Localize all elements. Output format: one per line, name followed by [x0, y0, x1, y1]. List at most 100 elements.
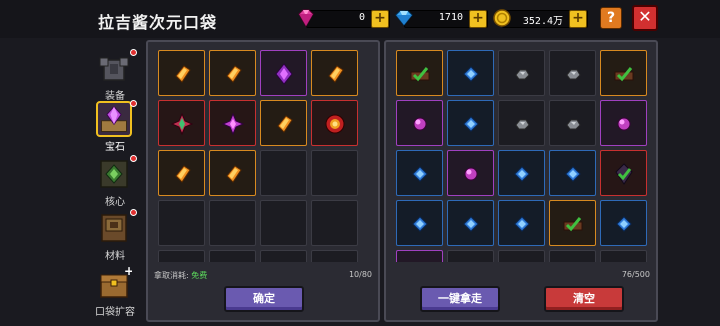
green-check-core-icon: [410, 67, 430, 82]
blue-gem-icon: [514, 216, 530, 232]
coins-value: 352.4万: [522, 16, 563, 27]
dark-check-core-icon: [615, 163, 633, 185]
item-slot[interactable]: [447, 200, 494, 246]
item-slot[interactable]: [549, 150, 596, 196]
sidebar-item-core[interactable]: 核心: [90, 155, 140, 212]
empty-slot[interactable]: [260, 250, 307, 262]
item-slot[interactable]: [600, 50, 647, 96]
pink-orb-icon: [617, 117, 631, 131]
armor-icon: [99, 57, 129, 81]
grey-stone-icon: [515, 119, 530, 130]
item-slot[interactable]: [447, 100, 494, 146]
empty-slot[interactable]: [447, 250, 494, 262]
add-coins-button[interactable]: +: [569, 10, 587, 28]
item-slot[interactable]: [209, 150, 256, 196]
inventory-count: 76/500: [621, 270, 650, 279]
item-slot[interactable]: [600, 100, 647, 146]
inventory-panel: 76/500 一键拿走 清空: [384, 40, 658, 322]
grey-stone-icon: [515, 69, 530, 80]
blue-gem-icon: [463, 216, 479, 232]
grey-stone-icon: [566, 119, 581, 130]
grey-stone-icon: [566, 69, 581, 80]
pocket-grid: [158, 50, 358, 262]
empty-slot[interactable]: [158, 250, 205, 262]
empty-slot[interactable]: [549, 250, 596, 262]
item-slot[interactable]: [498, 150, 545, 196]
notification-dot: [130, 155, 137, 162]
notification-dot: [130, 49, 137, 56]
sidebar-item-label: 材料: [105, 251, 125, 262]
gold-coin-icon: [493, 9, 511, 27]
fire-gem-icon: [325, 114, 345, 134]
orange-crystal-icon: [328, 65, 344, 83]
item-slot[interactable]: [158, 50, 205, 96]
item-slot[interactable]: [260, 100, 307, 146]
blue-gem-icon: [463, 66, 479, 82]
add-gems-button[interactable]: +: [371, 10, 389, 28]
empty-slot[interactable]: [260, 150, 307, 196]
item-slot[interactable]: [549, 50, 596, 96]
help-button[interactable]: ?: [600, 7, 622, 29]
item-slot[interactable]: [396, 50, 443, 96]
empty-slot[interactable]: [498, 250, 545, 262]
add-diamonds-button[interactable]: +: [469, 10, 487, 28]
empty-slot[interactable]: [209, 250, 256, 262]
notification-dot: [130, 209, 137, 216]
empty-slot[interactable]: [311, 150, 358, 196]
pink-star-gem-icon: [221, 112, 245, 136]
green-star-gem-icon: [170, 112, 194, 136]
empty-slot[interactable]: [396, 250, 443, 262]
sidebar-item-gems[interactable]: 宝石: [90, 100, 140, 157]
empty-slot[interactable]: [209, 200, 256, 246]
pocket-count: 10/80: [348, 270, 372, 279]
item-slot[interactable]: [498, 100, 545, 146]
empty-slot[interactable]: [158, 200, 205, 246]
sidebar-item-pocket-expand[interactable]: + 口袋扩容: [90, 266, 140, 322]
item-slot[interactable]: [311, 100, 358, 146]
orange-crystal-icon: [226, 65, 242, 83]
blue-gem-icon: [616, 216, 632, 232]
close-button[interactable]: ✕: [632, 5, 658, 31]
item-slot[interactable]: [260, 50, 307, 96]
pocket-panel: 拿取消耗: 免费 10/80 确定: [146, 40, 380, 322]
item-slot[interactable]: [600, 200, 647, 246]
green-check-core-icon: [563, 217, 583, 232]
take-cost-label: 拿取消耗:: [154, 271, 189, 280]
item-slot[interactable]: [158, 150, 205, 196]
empty-slot[interactable]: [260, 200, 307, 246]
item-slot[interactable]: [447, 150, 494, 196]
svg-text:+: +: [124, 266, 132, 278]
take-all-button[interactable]: 一键拿走: [420, 286, 500, 312]
item-slot[interactable]: [549, 200, 596, 246]
sidebar-item-equipment[interactable]: 装备: [90, 49, 140, 106]
pink-orb-icon: [464, 167, 478, 181]
pink-orb-icon: [413, 117, 427, 131]
item-slot[interactable]: [447, 50, 494, 96]
item-slot[interactable]: [396, 150, 443, 196]
item-slot[interactable]: [549, 100, 596, 146]
clear-button[interactable]: 清空: [544, 286, 624, 312]
item-slot[interactable]: [209, 100, 256, 146]
item-slot[interactable]: [600, 150, 647, 196]
empty-slot[interactable]: [311, 250, 358, 262]
item-slot[interactable]: [311, 50, 358, 96]
blue-gem-icon: [514, 166, 530, 182]
diamonds-counter: 1710 +: [395, 10, 488, 28]
coins-counter: 352.4万 +: [493, 9, 588, 28]
item-slot[interactable]: [498, 50, 545, 96]
blue-gem-icon: [565, 166, 581, 182]
take-cost: 拿取消耗: 免费: [154, 270, 207, 281]
item-slot[interactable]: [396, 100, 443, 146]
inventory-grid: [396, 50, 647, 262]
empty-slot[interactable]: [600, 250, 647, 262]
gem-icon: [96, 101, 132, 137]
materials-icon: [101, 214, 127, 242]
core-icon: [100, 160, 128, 188]
item-slot[interactable]: [209, 50, 256, 96]
sidebar-item-materials[interactable]: 材料: [90, 209, 140, 266]
item-slot[interactable]: [498, 200, 545, 246]
empty-slot[interactable]: [311, 200, 358, 246]
item-slot[interactable]: [158, 100, 205, 146]
item-slot[interactable]: [396, 200, 443, 246]
confirm-button[interactable]: 确定: [224, 286, 304, 312]
